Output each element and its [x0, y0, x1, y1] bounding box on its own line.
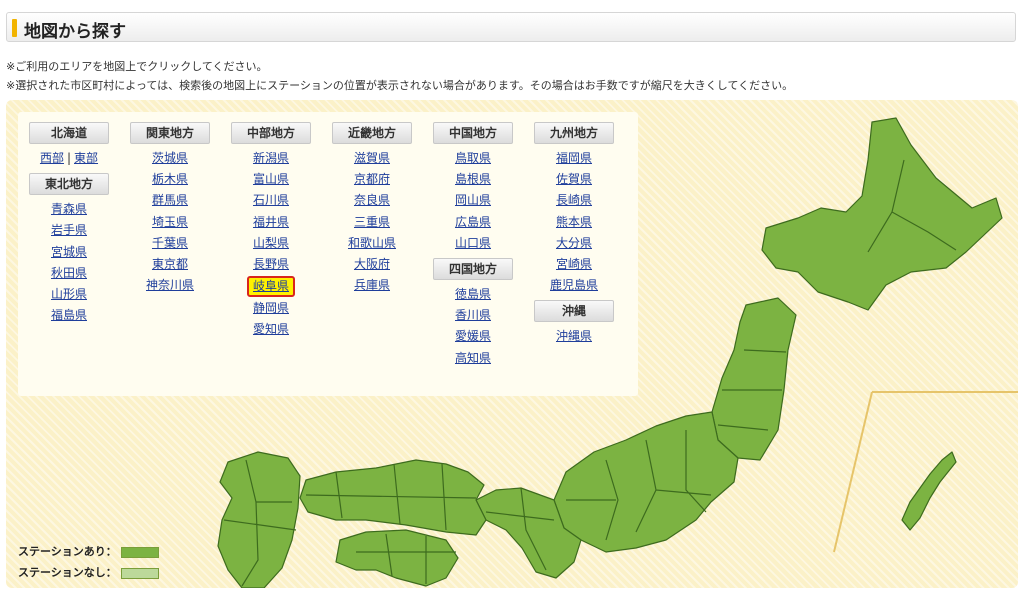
- pref-link-wakayama[interactable]: 和歌山県: [327, 233, 417, 254]
- map-region-kyushu[interactable]: [217, 451, 301, 588]
- header-accent-bar: [12, 19, 17, 37]
- map-region-okinawa[interactable]: [901, 451, 957, 531]
- column-chubu: 中部地方 新潟県 富山県 石川県 福井県 山梨県 長野県 岐阜県 静岡県 愛知県: [226, 122, 316, 341]
- hokkaido-links: 西部 | 東部: [24, 148, 114, 169]
- region-label-shikoku: 四国地方: [433, 258, 513, 281]
- region-label-hokkaido: 北海道: [29, 122, 109, 144]
- column-hokkaido-tohoku: 北海道 西部 | 東部 東北地方 青森県 岩手県 宮城県 秋田県 山形県 福島県: [24, 122, 114, 326]
- pref-link-kyoto[interactable]: 京都府: [327, 169, 417, 190]
- pref-link-tokyo[interactable]: 東京都: [125, 254, 215, 275]
- legend-swatch-with: [120, 546, 159, 558]
- map-region-shikoku[interactable]: [335, 529, 459, 587]
- japan-map-area: 北海道 西部 | 東部 東北地方 青森県 岩手県 宮城県 秋田県 山形県 福島県 関…: [6, 100, 1018, 588]
- pref-link-osaka[interactable]: 大阪府: [327, 254, 417, 275]
- pref-link-ehime[interactable]: 愛媛県: [428, 326, 518, 347]
- pref-link-fukuoka[interactable]: 福岡県: [529, 148, 619, 169]
- pref-link-nagasaki[interactable]: 長崎県: [529, 190, 619, 211]
- legend-without-station: ステーションなし：: [18, 564, 159, 580]
- page-title: 地図から探す: [24, 22, 126, 42]
- pref-link-gunma[interactable]: 群馬県: [125, 190, 215, 211]
- pref-link-chiba[interactable]: 千葉県: [125, 233, 215, 254]
- column-kyushu-okinawa: 九州地方 福岡県 佐賀県 長崎県 熊本県 大分県 宮崎県 鹿児島県 沖縄 沖縄県: [529, 122, 619, 348]
- map-region-tohoku[interactable]: [711, 297, 797, 461]
- pref-link-nara[interactable]: 奈良県: [327, 190, 417, 211]
- pref-link-nagano[interactable]: 長野県: [226, 254, 316, 275]
- pref-link-aichi[interactable]: 愛知県: [226, 319, 316, 340]
- pref-link-shizuoka[interactable]: 静岡県: [226, 298, 316, 319]
- pref-link-niigata[interactable]: 新潟県: [226, 148, 316, 169]
- pref-link-hokkaido-west[interactable]: 西部: [40, 151, 64, 165]
- pref-link-yamaguchi[interactable]: 山口県: [428, 233, 518, 254]
- pref-link-okinawa[interactable]: 沖縄県: [529, 326, 619, 347]
- pref-link-shiga[interactable]: 滋賀県: [327, 148, 417, 169]
- region-label-kyushu: 九州地方: [534, 122, 614, 144]
- region-label-kanto: 関東地方: [130, 122, 210, 144]
- pref-link-ibaraki[interactable]: 茨城県: [125, 148, 215, 169]
- pref-link-miyazaki[interactable]: 宮崎県: [529, 254, 619, 275]
- legend-with-station: ステーションあり：: [18, 543, 159, 559]
- pref-link-kumamoto[interactable]: 熊本県: [529, 212, 619, 233]
- pref-link-tokushima[interactable]: 徳島県: [428, 284, 518, 305]
- region-label-chugoku: 中国地方: [433, 122, 513, 144]
- pref-link-miyagi[interactable]: 宮城県: [24, 242, 114, 263]
- pref-link-akita[interactable]: 秋田県: [24, 263, 114, 284]
- instruction-note: ※選択された市区町村によっては、検索後の地図上にステーションの位置が表示されない…: [6, 79, 794, 92]
- pref-link-saitama[interactable]: 埼玉県: [125, 212, 215, 233]
- pref-link-yamanashi[interactable]: 山梨県: [226, 233, 316, 254]
- pref-link-aomori[interactable]: 青森県: [24, 199, 114, 220]
- pref-link-tochigi[interactable]: 栃木県: [125, 169, 215, 190]
- pref-link-kagoshima[interactable]: 鹿児島県: [529, 275, 619, 296]
- pref-link-hokkaido-east[interactable]: 東部: [74, 151, 98, 165]
- pref-link-mie[interactable]: 三重県: [327, 212, 417, 233]
- pref-link-fukui[interactable]: 福井県: [226, 212, 316, 233]
- okinawa-inset-divider: [833, 391, 1018, 553]
- section-header: 地図から探す: [6, 12, 1016, 42]
- region-label-okinawa: 沖縄: [534, 300, 614, 323]
- pref-link-ishikawa[interactable]: 石川県: [226, 190, 316, 211]
- map-region-chubu-kanto[interactable]: [553, 411, 739, 553]
- pref-link-yamagata[interactable]: 山形県: [24, 284, 114, 305]
- instruction-note: ※ご利用のエリアを地図上でクリックしてください。: [6, 60, 268, 73]
- legend-label: ステーションあり：: [18, 545, 117, 558]
- pref-link-tottori[interactable]: 鳥取県: [428, 148, 518, 169]
- pref-link-kagawa[interactable]: 香川県: [428, 305, 518, 326]
- pref-link-iwate[interactable]: 岩手県: [24, 220, 114, 241]
- pref-link-oita[interactable]: 大分県: [529, 233, 619, 254]
- map-region-hokkaido[interactable]: [761, 117, 1003, 311]
- region-label-chubu: 中部地方: [231, 122, 311, 144]
- pref-link-okayama[interactable]: 岡山県: [428, 190, 518, 211]
- link-separator: |: [66, 151, 72, 165]
- pref-link-saga[interactable]: 佐賀県: [529, 169, 619, 190]
- pref-link-kochi[interactable]: 高知県: [428, 348, 518, 369]
- pref-link-kanagawa[interactable]: 神奈川県: [125, 275, 215, 296]
- region-label-kinki: 近畿地方: [332, 122, 412, 144]
- region-label-tohoku: 東北地方: [29, 173, 109, 196]
- column-kanto: 関東地方 茨城県 栃木県 群馬県 埼玉県 千葉県 東京都 神奈川県: [125, 122, 215, 296]
- legend-label: ステーションなし：: [18, 566, 117, 579]
- legend-swatch-without: [120, 567, 159, 579]
- pref-link-hiroshima[interactable]: 広島県: [428, 212, 518, 233]
- pref-link-shimane[interactable]: 島根県: [428, 169, 518, 190]
- pref-link-fukushima[interactable]: 福島県: [24, 305, 114, 326]
- region-panel: 北海道 西部 | 東部 東北地方 青森県 岩手県 宮城県 秋田県 山形県 福島県 関…: [18, 112, 638, 396]
- pref-link-hyogo[interactable]: 兵庫県: [327, 275, 417, 296]
- column-chugoku-shikoku: 中国地方 鳥取県 島根県 岡山県 広島県 山口県 四国地方 徳島県 香川県 愛媛…: [428, 122, 518, 369]
- column-kinki: 近畿地方 滋賀県 京都府 奈良県 三重県 和歌山県 大阪府 兵庫県: [327, 122, 417, 296]
- pref-link-gifu-highlighted[interactable]: 岐阜県: [246, 276, 295, 298]
- pref-link-toyama[interactable]: 富山県: [226, 169, 316, 190]
